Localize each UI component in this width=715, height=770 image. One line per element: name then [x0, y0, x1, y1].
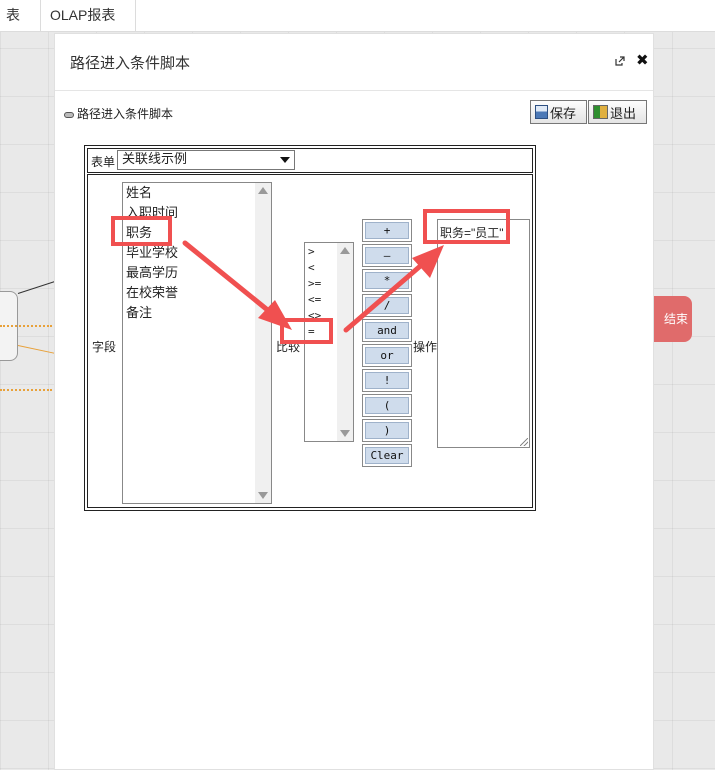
end-node-label: 结束: [663, 312, 688, 326]
section-heading-label: 路径进入条件脚本: [77, 107, 174, 121]
table-select[interactable]: 关联线示例: [117, 150, 295, 170]
compare-option[interactable]: >=: [308, 276, 321, 292]
expression-textarea[interactable]: 职务="员工": [437, 219, 530, 448]
dropdown-caret-icon: [280, 157, 290, 163]
operator-label: —: [365, 247, 409, 264]
tab-olap-report-label: OLAP报表: [50, 7, 116, 23]
operator-and-button[interactable]: and: [362, 319, 412, 342]
compare-label: 比较: [276, 340, 301, 354]
operation-label: 操作: [413, 340, 438, 354]
section-heading: 路径进入条件脚本: [64, 105, 173, 122]
table-select-row: 表单 关联线示例: [87, 148, 533, 173]
scroll-down-icon[interactable]: [340, 430, 350, 437]
flow-connector: [17, 345, 58, 355]
external-link-icon[interactable]: [615, 56, 625, 66]
field-option[interactable]: 毕业学校: [126, 243, 178, 263]
save-button[interactable]: 保存: [530, 100, 587, 124]
operator-or-button[interactable]: or: [362, 344, 412, 367]
flow-connector: [17, 280, 57, 294]
close-icon[interactable]: ✖: [636, 51, 649, 69]
exit-icon: [593, 105, 608, 119]
pin-icon: [64, 111, 74, 118]
operator-divide-button[interactable]: /: [362, 294, 412, 317]
field-option[interactable]: 姓名: [126, 183, 152, 203]
field-option[interactable]: 备注: [126, 303, 152, 323]
operator-not-button[interactable]: !: [362, 369, 412, 392]
operator-label: *: [365, 272, 409, 289]
operator-label: /: [365, 297, 409, 314]
operator-label: ): [365, 422, 409, 439]
expression-value: 职务="员工": [440, 226, 504, 240]
field-option[interactable]: 职务: [126, 223, 152, 243]
resize-grip-icon[interactable]: [520, 438, 528, 446]
operator-label: or: [365, 347, 409, 364]
table-select-value: 关联线示例: [122, 152, 188, 167]
compare-option[interactable]: <=: [308, 292, 321, 308]
exit-button-label: 退出: [610, 105, 637, 121]
operator-label: !: [365, 372, 409, 389]
operator-close-paren-button[interactable]: ): [362, 419, 412, 442]
operator-minus-button[interactable]: —: [362, 244, 412, 267]
table-label: 表单: [91, 155, 116, 169]
save-icon: [535, 105, 548, 119]
field-listbox[interactable]: 姓名 入职时间 职务 毕业学校 最高学历 在校荣誉 备注: [122, 182, 272, 504]
condition-script-dialog: 路径进入条件脚本 ✖ 路径进入条件脚本 保存 退出 表单 关联线示例 字段 比较…: [54, 33, 654, 770]
field-option[interactable]: 入职时间: [126, 203, 178, 223]
compare-list-scrollbar[interactable]: [337, 243, 353, 441]
save-button-label: 保存: [550, 105, 577, 121]
top-tab-bar: 表 OLAP报表: [0, 0, 715, 32]
compare-option[interactable]: >: [308, 244, 315, 260]
operator-label: +: [365, 222, 409, 239]
scroll-down-icon[interactable]: [258, 492, 268, 499]
flow-dashed-guide: [0, 389, 52, 391]
operator-label: Clear: [365, 447, 409, 464]
field-option[interactable]: 最高学历: [126, 263, 178, 283]
script-builder: 字段 比较 操作 姓名 入职时间 职务 毕业学校 最高学历 在校荣誉 备注 > …: [87, 174, 533, 508]
tab-olap-report[interactable]: OLAP报表: [30, 0, 137, 32]
compare-listbox[interactable]: > < >= <= <> =: [304, 242, 354, 442]
field-option[interactable]: 在校荣誉: [126, 283, 178, 303]
compare-option[interactable]: =: [308, 324, 315, 340]
field-label: 字段: [92, 340, 117, 354]
dialog-header-divider: [55, 90, 653, 91]
exit-button[interactable]: 退出: [588, 100, 647, 124]
scroll-up-icon[interactable]: [258, 187, 268, 194]
field-list-scrollbar[interactable]: [255, 183, 271, 503]
tab-report-label: 表: [6, 7, 20, 23]
compare-option[interactable]: <>: [308, 308, 321, 324]
operator-open-paren-button[interactable]: (: [362, 394, 412, 417]
operator-multiply-button[interactable]: *: [362, 269, 412, 292]
compare-option[interactable]: <: [308, 260, 315, 276]
operator-label: (: [365, 397, 409, 414]
operator-label: and: [365, 322, 409, 339]
end-node[interactable]: 结束: [654, 296, 692, 342]
operator-plus-button[interactable]: +: [362, 219, 412, 242]
flow-dashed-guide: [0, 325, 52, 327]
dialog-title: 路径进入条件脚本: [70, 54, 191, 72]
scroll-up-icon[interactable]: [340, 247, 350, 254]
clear-button[interactable]: Clear: [362, 444, 412, 467]
